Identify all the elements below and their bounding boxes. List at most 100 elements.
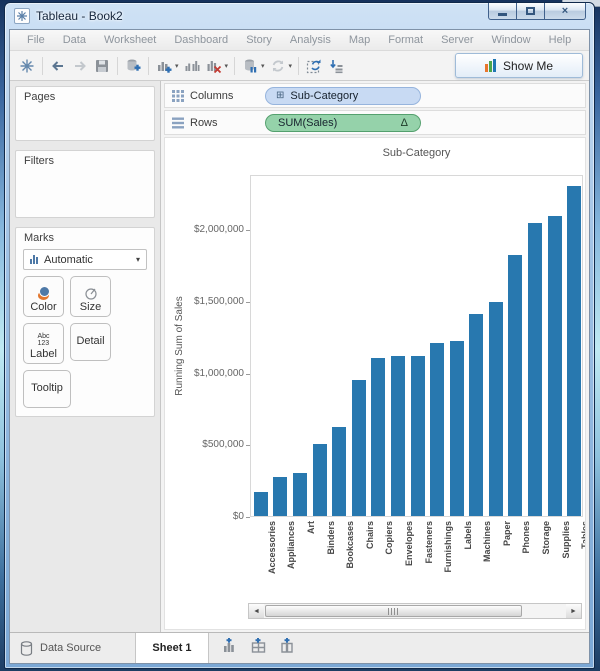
tableau-logo-icon[interactable]: [16, 55, 38, 77]
titlebar[interactable]: Tableau - Book2 ×: [5, 3, 594, 29]
bar-supplies[interactable]: [548, 216, 562, 516]
size-button[interactable]: Size: [70, 276, 111, 317]
bar-bookcases[interactable]: [332, 427, 346, 516]
bar-accessories[interactable]: [254, 492, 268, 516]
x-axis-label-furnishings[interactable]: Furnishings: [442, 521, 454, 591]
left-panel: Pages Filters Marks Automatic ▾: [10, 81, 161, 632]
x-axis-label-supplies[interactable]: Supplies: [560, 521, 572, 591]
clear-sheet-button[interactable]: [203, 55, 225, 77]
pause-auto-updates-caret-icon[interactable]: ▾: [261, 62, 265, 70]
menu-item-server[interactable]: Server: [432, 34, 482, 46]
toolbar-separator: [117, 57, 118, 75]
clear-sheet-caret-icon[interactable]: ▾: [225, 62, 229, 70]
x-axis-label-art[interactable]: Art: [305, 521, 317, 591]
menu-item-file[interactable]: File: [18, 34, 54, 46]
new-worksheet-caret-icon[interactable]: ▾: [175, 62, 179, 70]
detail-button[interactable]: Detail: [70, 323, 111, 361]
bar-storage[interactable]: [528, 223, 542, 516]
expand-icon[interactable]: ⊞: [276, 91, 284, 101]
bar-chairs[interactable]: [352, 380, 366, 516]
tableau-app-icon: [14, 8, 30, 24]
sort-button[interactable]: [325, 55, 347, 77]
rows-shelf[interactable]: Rows SUM(Sales) Δ: [164, 110, 586, 135]
x-axis-label-storage[interactable]: Storage: [540, 521, 552, 591]
horizontal-scrollbar[interactable]: ◄ ►: [248, 603, 582, 619]
bar-machines[interactable]: [469, 314, 483, 516]
menu-item-story[interactable]: Story: [237, 34, 281, 46]
menu-item-format[interactable]: Format: [379, 34, 432, 46]
save-button[interactable]: [91, 55, 113, 77]
bar-envelopes[interactable]: [391, 356, 405, 516]
worksheet-view[interactable]: Sub-Category Running Sum of Sales $0$500…: [164, 137, 586, 630]
refresh-button[interactable]: [267, 55, 289, 77]
x-axis-label-tables[interactable]: Tables: [579, 521, 586, 591]
plot-area[interactable]: [250, 175, 583, 517]
size-icon: [84, 286, 98, 300]
menu-item-data[interactable]: Data: [54, 34, 95, 46]
show-me-button[interactable]: Show Me: [455, 53, 583, 78]
scroll-left-button[interactable]: ◄: [249, 604, 264, 618]
x-axis-label-phones[interactable]: Phones: [520, 521, 532, 591]
menu-item-analysis[interactable]: Analysis: [281, 34, 340, 46]
x-axis-label-machines[interactable]: Machines: [481, 521, 493, 591]
x-axis-label-chairs[interactable]: Chairs: [364, 521, 376, 591]
sheet-tab-sheet1[interactable]: Sheet 1: [136, 633, 209, 663]
close-button[interactable]: ×: [545, 3, 586, 20]
toolbar: ▾ ▾ ▾ ▾: [10, 51, 589, 81]
new-story-tab-button[interactable]: [279, 638, 296, 659]
x-axis-label-labels[interactable]: Labels: [462, 521, 474, 591]
tooltip-button[interactable]: Tooltip: [23, 370, 71, 408]
bar-binders[interactable]: [313, 444, 327, 517]
bar-appliances[interactable]: [273, 477, 287, 516]
new-worksheet-icon: [221, 638, 238, 654]
undo-button[interactable]: [47, 55, 69, 77]
columns-pill-sub-category[interactable]: ⊞ Sub-Category: [265, 87, 421, 105]
menu-item-window[interactable]: Window: [483, 34, 540, 46]
menu-item-dashboard[interactable]: Dashboard: [165, 34, 237, 46]
x-axis-label-accessories[interactable]: Accessories: [266, 521, 278, 591]
columns-shelf[interactable]: Columns ⊞ Sub-Category: [164, 83, 586, 108]
pages-shelf[interactable]: Pages: [15, 86, 155, 141]
maximize-button[interactable]: [517, 3, 545, 20]
bar-copiers[interactable]: [371, 358, 385, 516]
x-axis-label-fasteners[interactable]: Fasteners: [423, 521, 435, 591]
scrollbar-track[interactable]: [264, 604, 566, 618]
x-axis-label-paper[interactable]: Paper: [501, 521, 513, 591]
label-button[interactable]: Abc 123 Label: [23, 323, 64, 364]
filters-shelf[interactable]: Filters: [15, 150, 155, 218]
menu-item-help[interactable]: Help: [540, 34, 581, 46]
bar-art[interactable]: [293, 473, 307, 516]
add-data-source-button[interactable]: [122, 55, 144, 77]
bar-tables[interactable]: [567, 186, 581, 516]
menu-item-map[interactable]: Map: [340, 34, 379, 46]
bar-phones[interactable]: [508, 255, 522, 516]
x-axis-label-bookcases[interactable]: Bookcases: [344, 521, 356, 591]
run-update-button[interactable]: [303, 55, 325, 77]
toolbar-separator: [148, 57, 149, 75]
bar-paper[interactable]: [489, 302, 503, 516]
show-me-label: Show Me: [503, 59, 553, 73]
new-sheet-buttons: [209, 633, 308, 663]
bar-fasteners[interactable]: [411, 356, 425, 516]
minimize-button[interactable]: [488, 3, 517, 20]
pause-auto-updates-button[interactable]: [239, 55, 261, 77]
x-axis-label-envelopes[interactable]: Envelopes: [403, 521, 415, 591]
new-worksheet-tab-button[interactable]: [221, 638, 238, 659]
duplicate-sheet-button[interactable]: [181, 55, 203, 77]
data-source-tab[interactable]: Data Source: [10, 633, 136, 663]
bar-furnishings[interactable]: [430, 343, 444, 517]
redo-button[interactable]: [69, 55, 91, 77]
x-axis-label-appliances[interactable]: Appliances: [285, 521, 297, 591]
x-axis-label-copiers[interactable]: Copiers: [383, 521, 395, 591]
bar-labels[interactable]: [450, 341, 464, 516]
color-button[interactable]: Color: [23, 276, 64, 317]
x-axis-label-binders[interactable]: Binders: [325, 521, 337, 591]
mark-type-dropdown[interactable]: Automatic ▾: [23, 249, 147, 270]
rows-pill-sum-sales[interactable]: SUM(Sales) Δ: [265, 114, 421, 132]
scrollbar-thumb[interactable]: [265, 605, 522, 617]
new-worksheet-button[interactable]: [153, 55, 175, 77]
refresh-caret-icon[interactable]: ▾: [289, 62, 293, 70]
scroll-right-button[interactable]: ►: [566, 604, 581, 618]
new-dashboard-tab-button[interactable]: [250, 638, 267, 659]
menu-item-worksheet[interactable]: Worksheet: [95, 34, 165, 46]
